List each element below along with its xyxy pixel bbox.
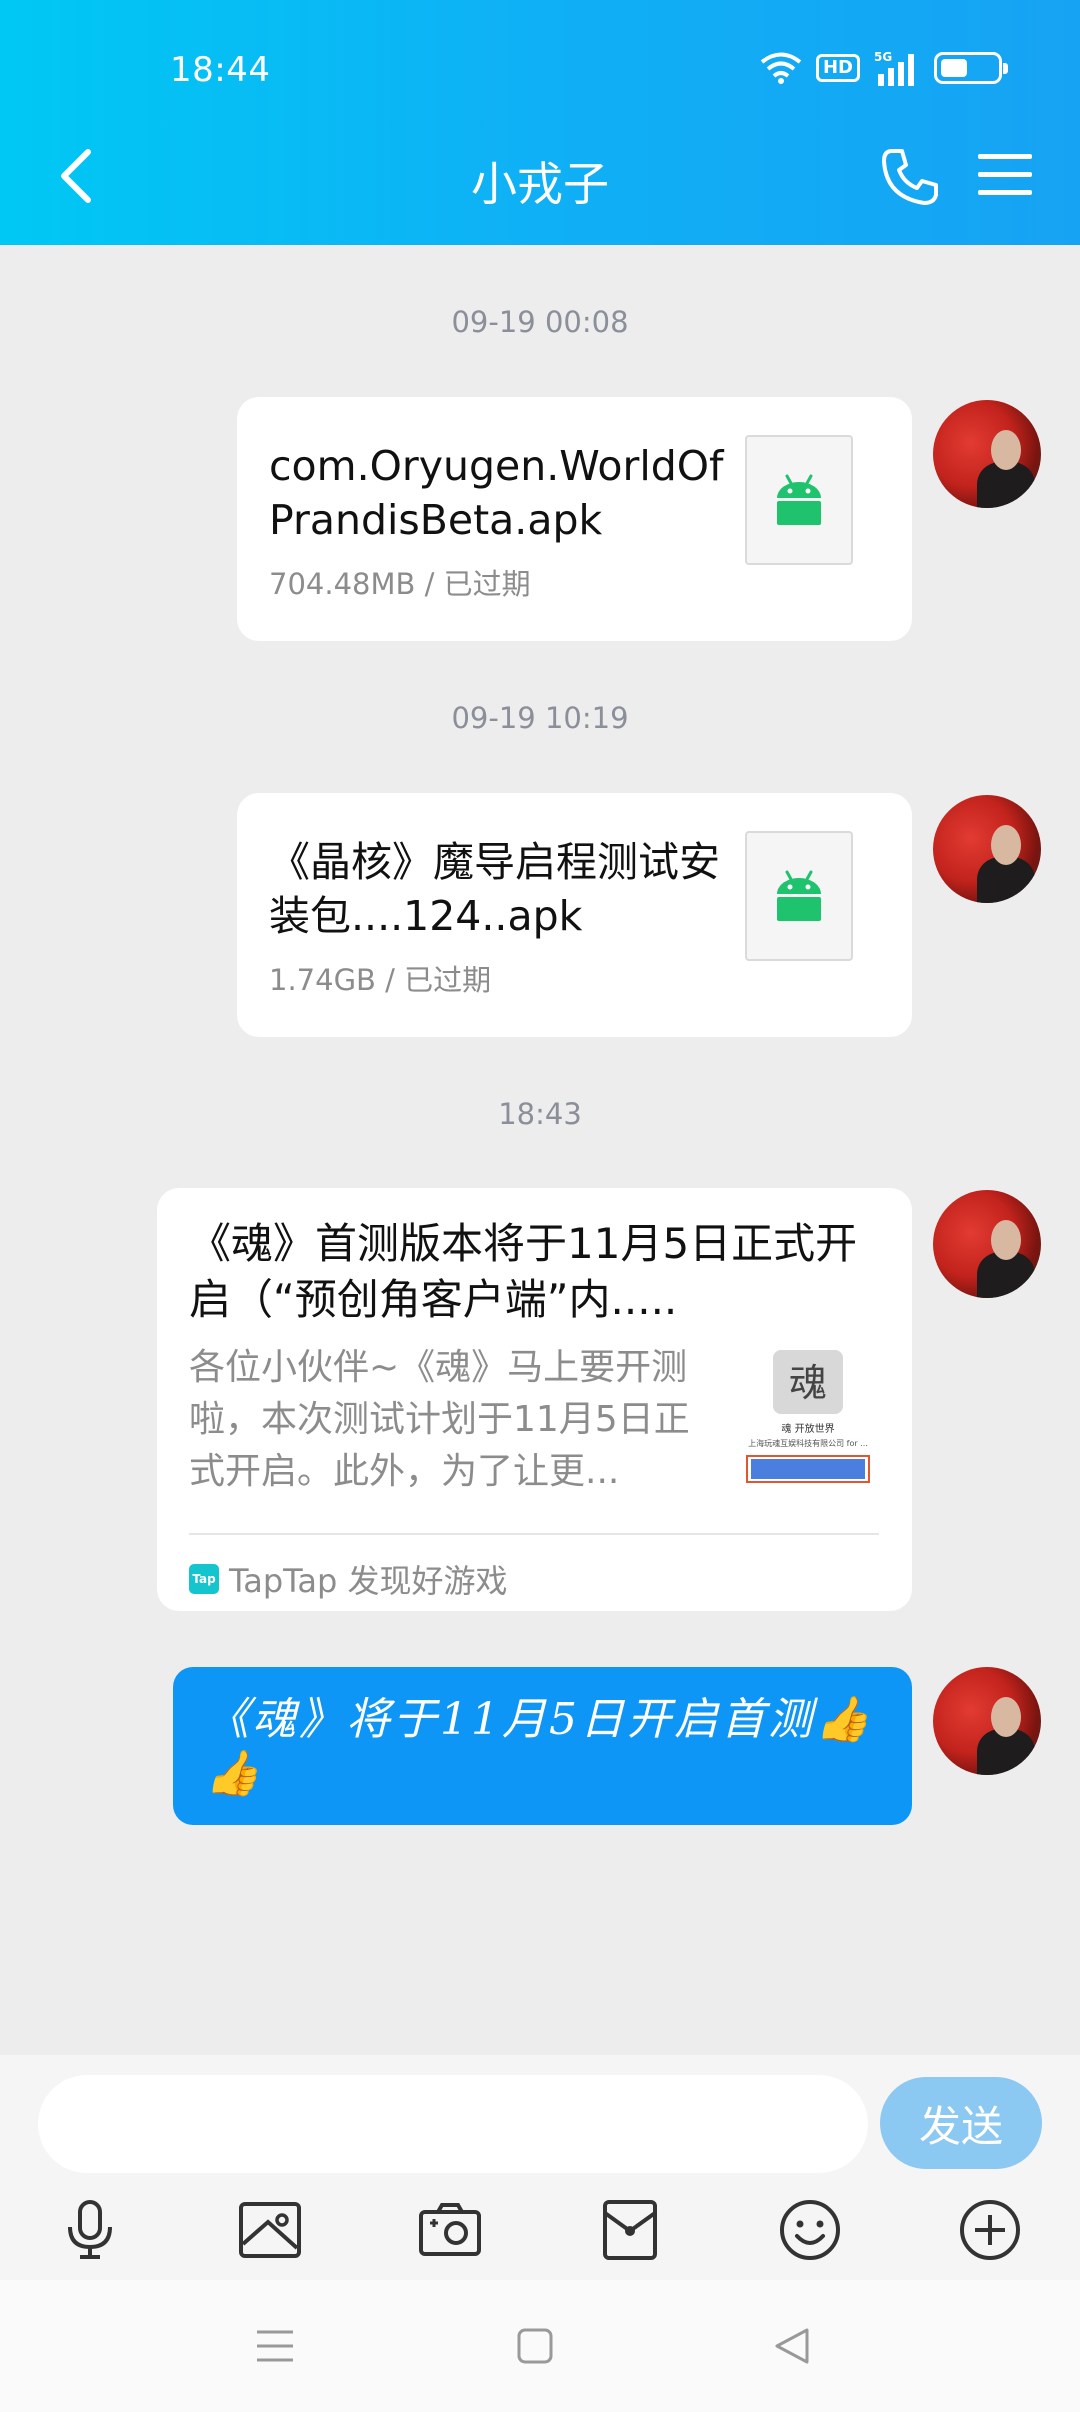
card-source-label: TapTap 发现好游戏 (229, 1562, 508, 1600)
menu-button[interactable] (976, 150, 1034, 200)
status-time: 18:44 (170, 50, 271, 90)
file-meta: 704.48MB / 已过期 (269, 567, 531, 601)
card-divider (189, 1533, 879, 1535)
avatar[interactable] (933, 1190, 1041, 1298)
file-message-bubble[interactable]: 《晶核》魔导启程测试安装包....124..apk 1.74GB / 已过期 (237, 793, 912, 1037)
link-card-bubble[interactable]: 《魂》首测版本将于11月5日正式开启（“预创角客户端”内..... 各位小伙伴~… (157, 1188, 912, 1611)
input-toolbar (0, 2190, 1080, 2270)
emoji-button[interactable] (770, 2190, 850, 2270)
phone-icon (882, 149, 938, 205)
red-packet-icon (603, 2200, 657, 2260)
call-button[interactable] (878, 145, 942, 209)
card-thumbnail: 魂 魂 开放世界 上海玩魂互娱科技有限公司 for ... (737, 1348, 879, 1484)
message-input[interactable] (38, 2075, 868, 2173)
menu-icon (978, 154, 1032, 195)
android-icon (777, 474, 821, 525)
input-bar: 发送 (0, 2055, 1080, 2280)
home-button[interactable] (505, 2316, 565, 2376)
avatar[interactable] (933, 400, 1041, 508)
square-icon (517, 2328, 553, 2364)
emoji-icon (780, 2200, 840, 2260)
file-meta: 1.74GB / 已过期 (269, 963, 492, 997)
android-icon (777, 870, 821, 921)
hd-badge: HD (815, 54, 860, 82)
message-text: 《魂》将于11月5日开启首测👍👍 (205, 1694, 873, 1799)
apk-file-thumbnail (745, 435, 853, 565)
game-banner-image: 魂 魂 开放世界 上海玩魂互娱科技有限公司 for ... (746, 1350, 870, 1483)
file-name: com.Oryugen.WorldOfPrandisBeta.apk (269, 442, 724, 544)
avatar[interactable] (933, 795, 1041, 903)
avatar[interactable] (933, 1667, 1041, 1775)
battery-icon (934, 52, 1008, 84)
app-header: 18:44 HD 5G 小戎子 (0, 0, 1080, 245)
apk-file-thumbnail (745, 831, 853, 961)
send-button[interactable]: 发送 (880, 2077, 1042, 2169)
triangle-back-icon (775, 2328, 809, 2364)
file-message-bubble[interactable]: com.Oryugen.WorldOfPrandisBeta.apk 704.4… (237, 397, 912, 641)
plus-icon (960, 2200, 1020, 2260)
card-title: 《魂》首测版本将于11月5日正式开启（“预创角客户端”内..... (189, 1219, 858, 1324)
message-timestamp: 09-19 00:08 (451, 305, 629, 339)
svg-text:5G: 5G (874, 50, 892, 64)
camera-button[interactable] (410, 2190, 490, 2270)
system-back-button[interactable] (762, 2316, 822, 2376)
signal-icon: 5G (874, 50, 914, 86)
wifi-icon (760, 52, 802, 84)
card-description: 各位小伙伴~《魂》马上要开测啦，本次测试计划于11月5日正式开启。此外，为了让更… (189, 1347, 690, 1492)
file-name: 《晶核》魔导启程测试安装包....124..apk (269, 838, 720, 940)
thumb-caption: 魂 开放世界 (781, 1422, 834, 1435)
taptap-logo-icon: Tap (189, 1564, 219, 1594)
thumb-logo: 魂 (789, 1361, 827, 1405)
message-timestamp: 18:43 (498, 1097, 582, 1131)
red-packet-button[interactable] (590, 2190, 670, 2270)
message-timestamp: 09-19 10:19 (451, 701, 629, 735)
text-message-bubble[interactable]: 《魂》将于11月5日开启首测👍👍 (173, 1667, 912, 1825)
image-button[interactable] (230, 2190, 310, 2270)
system-navigation-bar (0, 2280, 1080, 2412)
card-source[interactable]: Tap TapTap 发现好游戏 (189, 1556, 508, 1602)
recent-apps-button[interactable] (245, 2316, 305, 2376)
camera-icon (419, 2203, 481, 2256)
microphone-icon (68, 2200, 112, 2259)
image-icon (239, 2202, 301, 2258)
voice-button[interactable] (50, 2190, 130, 2270)
thumb-company: 上海玩魂互娱科技有限公司 for ... (748, 1438, 868, 1448)
status-icons: HD 5G (760, 50, 1008, 86)
more-button[interactable] (950, 2190, 1030, 2270)
menu-lines-icon (257, 2330, 293, 2362)
